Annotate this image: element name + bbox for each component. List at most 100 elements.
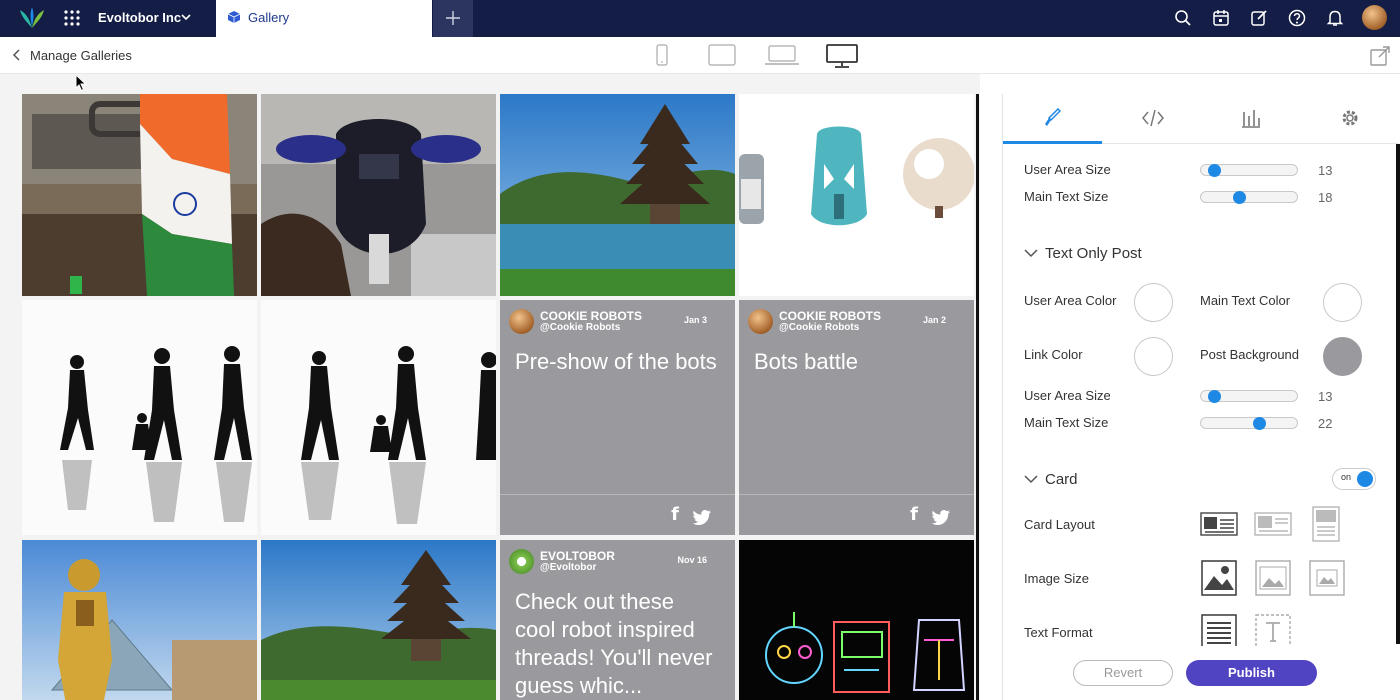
edit-icon[interactable] (1250, 9, 1268, 27)
photo-robot-heads[interactable] (739, 94, 974, 296)
slider-knob[interactable] (1233, 191, 1246, 204)
mouse-cursor-icon (75, 74, 87, 92)
panel-scrollbar[interactable] (1396, 144, 1400, 644)
twitter-icon[interactable] (932, 510, 950, 525)
facebook-icon[interactable]: f (910, 504, 918, 525)
text-post-card[interactable]: EVOLTOBOR @Evoltobor Nov 16 Check out th… (500, 540, 735, 700)
post-text: Check out these cool robot inspired thre… (515, 589, 713, 698)
tab-code[interactable] (1102, 94, 1201, 144)
photo-neon-robots[interactable] (739, 540, 974, 700)
user-area-size-slider[interactable] (1200, 164, 1298, 177)
toggle-label: on (1341, 472, 1352, 482)
bell-icon[interactable] (1326, 9, 1344, 27)
photo-c3po[interactable] (22, 540, 257, 700)
post-background-swatch[interactable] (1323, 337, 1362, 376)
tab-settings[interactable] (1300, 94, 1399, 144)
main-text-size-label: Main Text Size (1024, 189, 1109, 204)
post-text: Pre-show of the bots (515, 349, 717, 374)
image-size-medium-icon[interactable] (1255, 560, 1291, 596)
avatar (748, 309, 773, 334)
text-post-card[interactable]: COOKIE ROBOTS @Cookie Robots Jan 2 Bots … (739, 300, 974, 535)
tab-gallery[interactable]: Gallery (216, 0, 432, 37)
revert-button[interactable]: Revert (1073, 660, 1173, 686)
user-area-size-value: 13 (1318, 163, 1333, 178)
chevron-down-icon[interactable] (1024, 474, 1038, 484)
tab-design[interactable] (1003, 94, 1102, 144)
text-post-card[interactable]: COOKIE ROBOTS @Cookie Robots Jan 3 Pre-s… (500, 300, 735, 535)
publish-button[interactable]: Publish (1186, 660, 1317, 686)
post-date: Jan 2 (922, 315, 946, 325)
user-area-size-slider[interactable] (1200, 390, 1298, 403)
org-name[interactable]: Evoltobor Inc (98, 10, 181, 25)
sub-header: Manage Galleries (0, 37, 1400, 74)
gallery-preview: COOKIE ROBOTS @Cookie Robots Jan 3 Pre-s… (0, 74, 980, 700)
toggle-knob (1357, 471, 1373, 487)
post-handle: @Cookie Robots (540, 322, 621, 333)
image-size-label: Image Size (1024, 571, 1090, 586)
calendar-icon[interactable] (1212, 9, 1230, 27)
post-footer-divider (739, 494, 974, 495)
avatar (509, 309, 534, 334)
gallery-cube-icon (228, 11, 240, 23)
main-text-color-swatch[interactable] (1323, 283, 1362, 322)
user-area-size-value: 13 (1318, 389, 1333, 404)
add-tab-button[interactable] (433, 0, 473, 37)
color-label: Link Color (1024, 347, 1083, 362)
preview-frame-edge (976, 94, 979, 700)
user-avatar[interactable] (1362, 5, 1387, 30)
layout-image-stacked-icon[interactable] (1312, 506, 1340, 542)
slider-knob[interactable] (1253, 417, 1266, 430)
layout-image-left-icon[interactable] (1200, 512, 1238, 536)
manage-galleries-link[interactable]: Manage Galleries (30, 48, 132, 63)
tab-analytics[interactable] (1201, 94, 1300, 144)
text-format-paragraph-icon[interactable] (1201, 614, 1237, 646)
avatar (509, 549, 534, 574)
external-link-icon[interactable] (1370, 46, 1390, 66)
top-bar: Evoltobor Inc Gallery (0, 0, 1400, 37)
facebook-icon[interactable]: f (671, 504, 679, 525)
image-size-small-icon[interactable] (1309, 560, 1345, 596)
link-color-swatch[interactable] (1134, 337, 1173, 376)
photo-silhouettes-2[interactable] (261, 300, 496, 535)
photo-robot-toy[interactable] (261, 94, 496, 296)
tablet-icon[interactable] (708, 44, 736, 66)
tab-label: Gallery (248, 10, 290, 25)
apps-grid-icon[interactable] (63, 9, 81, 27)
user-area-color-swatch[interactable] (1134, 283, 1173, 322)
photo-temple-2[interactable] (261, 540, 496, 700)
main-text-size-slider[interactable] (1200, 191, 1298, 204)
slider-knob[interactable] (1208, 390, 1221, 403)
main-text-size-label: Main Text Size (1024, 415, 1109, 430)
desktop-icon[interactable] (826, 44, 858, 68)
twitter-icon[interactable] (693, 510, 711, 525)
main-text-size-slider[interactable] (1200, 417, 1298, 430)
slider-knob[interactable] (1208, 164, 1221, 177)
search-icon[interactable] (1174, 9, 1192, 27)
text-format-title-icon[interactable] (1255, 614, 1291, 646)
layout-image-top-icon[interactable] (1254, 512, 1292, 536)
back-chevron-icon[interactable] (12, 49, 22, 61)
settings-icon (1342, 110, 1358, 126)
photo-flag[interactable] (22, 94, 257, 296)
image-size-large-icon[interactable] (1201, 560, 1237, 596)
color-label: Post Background (1200, 347, 1300, 362)
mobile-icon[interactable] (656, 44, 668, 66)
photo-silhouettes-1[interactable] (22, 300, 257, 535)
section-title[interactable]: Text Only Post (1045, 245, 1142, 262)
user-area-size-label: User Area Size (1024, 388, 1111, 403)
panel-tabs (1003, 94, 1399, 144)
chevron-down-icon[interactable] (181, 12, 191, 22)
post-handle: @Cookie Robots (779, 322, 860, 333)
section-title[interactable]: Card (1045, 471, 1078, 488)
chevron-down-icon[interactable] (1024, 248, 1038, 258)
main-text-size-value: 22 (1318, 416, 1333, 431)
laptop-icon[interactable] (764, 44, 800, 66)
brush-icon (1045, 108, 1061, 126)
help-icon[interactable] (1288, 9, 1306, 27)
card-toggle[interactable]: on (1332, 468, 1376, 490)
code-icon (1142, 109, 1164, 127)
logo-icon[interactable] (19, 6, 45, 30)
main-text-size-value: 18 (1318, 190, 1333, 205)
photo-temple[interactable] (500, 94, 735, 296)
post-author: COOKIE ROBOTS (779, 309, 882, 323)
